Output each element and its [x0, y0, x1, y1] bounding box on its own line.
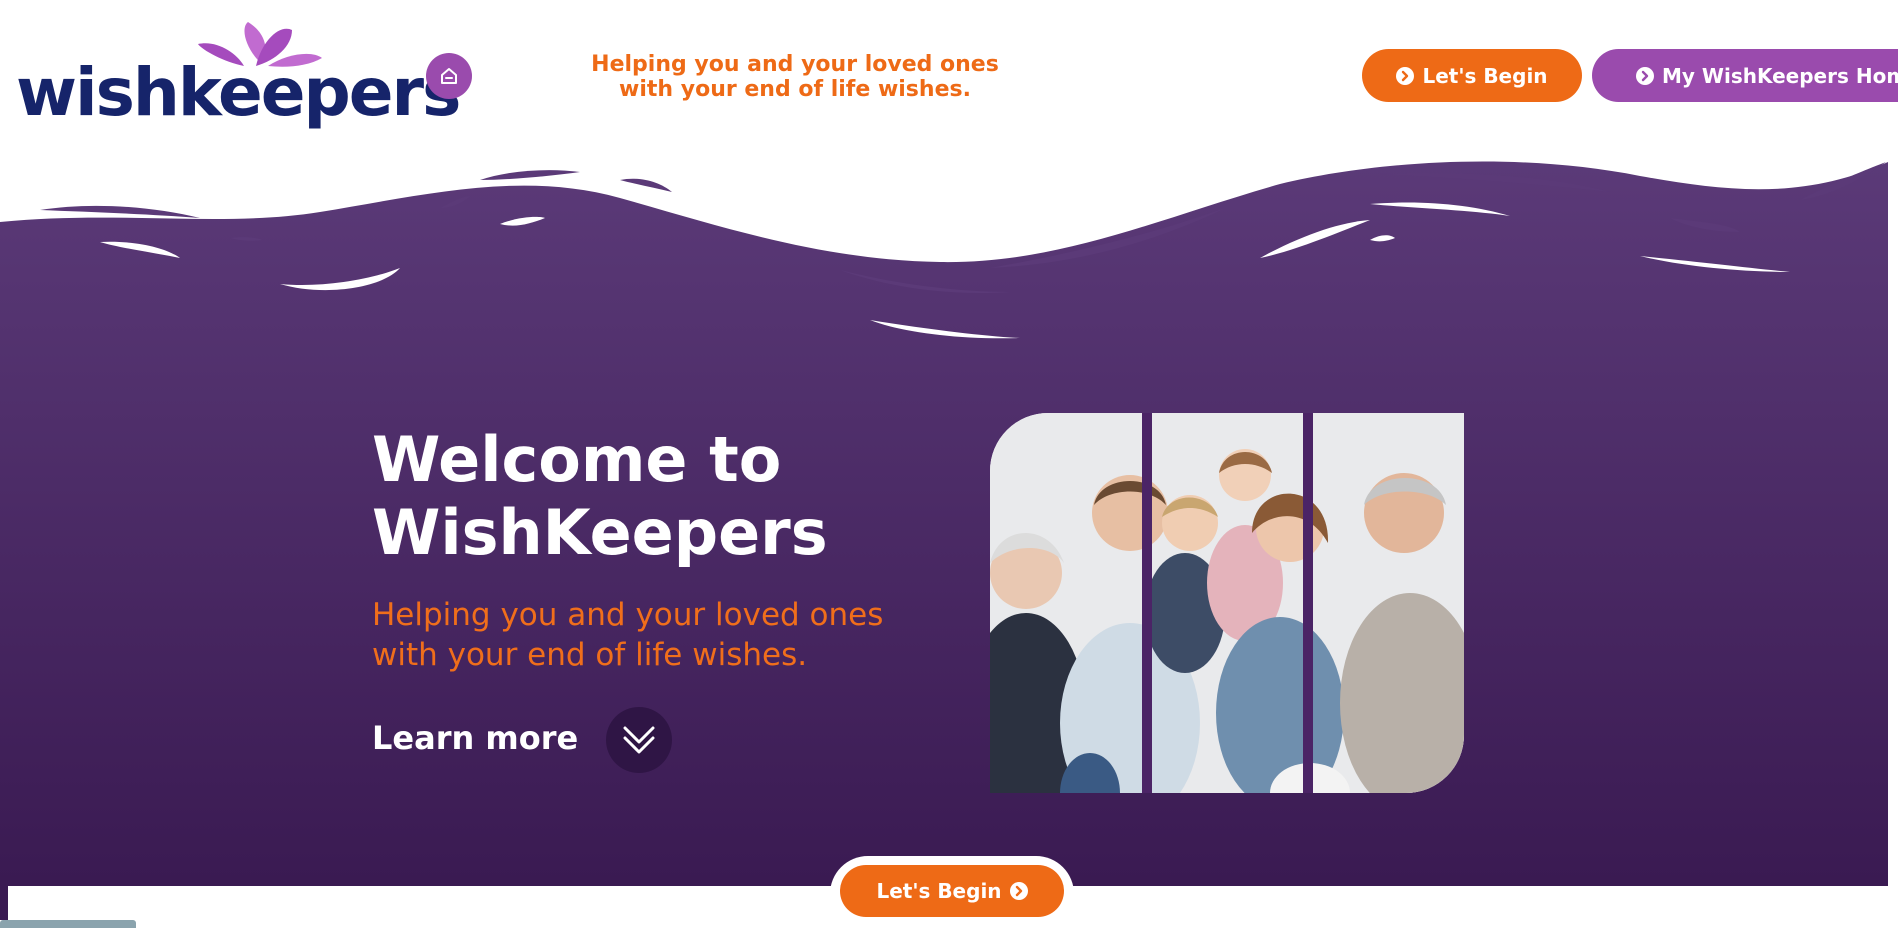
hero-title-line2: WishKeepers — [372, 496, 828, 569]
header-tagline: Helping you and your loved ones with you… — [560, 52, 1030, 102]
home-button[interactable] — [426, 53, 472, 99]
hero-subtitle: Helping you and your loved ones with you… — [372, 595, 932, 675]
learn-more-link[interactable]: Learn more — [372, 718, 578, 758]
hero-subtitle-line1: Helping you and your loved ones — [372, 597, 884, 633]
hero-section: Welcome to WishKeepers Helping you and y… — [0, 140, 1888, 886]
family-photo — [990, 413, 1464, 793]
hero-title-line1: Welcome to — [372, 423, 782, 496]
photo-divider — [1142, 413, 1152, 793]
my-wishkeepers-home-button[interactable]: My WishKeepers Home — [1592, 49, 1898, 102]
circle-arrow-right-icon — [1009, 882, 1028, 900]
lets-begin-label: Let's Begin — [1422, 63, 1548, 88]
hero-edge — [0, 886, 8, 920]
my-wishkeepers-home-label: My WishKeepers Home — [1662, 63, 1898, 88]
circle-arrow-right-icon — [1396, 66, 1415, 85]
home-icon — [441, 68, 457, 84]
hero-wave-background — [0, 161, 1888, 886]
learn-more-button[interactable] — [606, 707, 672, 773]
circle-arrow-right-icon — [1636, 66, 1654, 85]
wishkeepers-logo[interactable]: wishkeepers — [16, 20, 461, 130]
site-header: wishkeepers Helping you and your loved o… — [0, 0, 1898, 150]
double-chevron-down-icon — [623, 726, 655, 754]
lets-begin-button-footer[interactable]: Let's Begin — [840, 865, 1064, 917]
lets-begin-footer-label: Let's Begin — [876, 879, 1002, 903]
logo-wordmark: wishkeepers — [16, 54, 461, 131]
hero-subtitle-line2: with your end of life wishes. — [372, 637, 808, 673]
lets-begin-button-header[interactable]: Let's Begin — [1362, 49, 1582, 102]
photo-divider — [1303, 413, 1313, 793]
status-tab[interactable] — [0, 920, 136, 928]
header-tagline-line2: with your end of life wishes. — [619, 77, 971, 102]
hero-title: Welcome to WishKeepers — [372, 423, 932, 569]
family-photo-illustration — [990, 413, 1464, 793]
header-tagline-line1: Helping you and your loved ones — [591, 52, 999, 77]
